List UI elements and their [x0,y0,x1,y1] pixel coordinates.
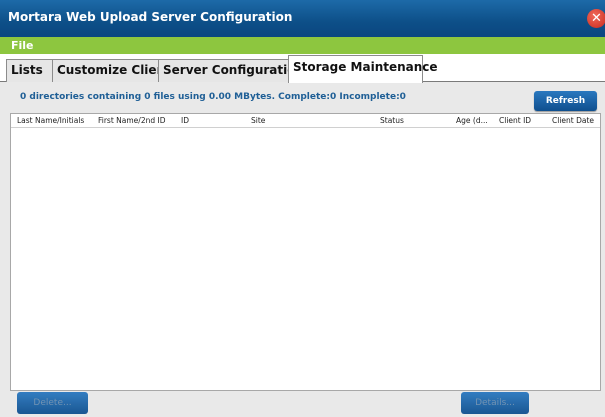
tab-server-configuration[interactable]: Server Configuration [158,59,304,82]
title-bar: Mortara Web Upload Server Configuration … [0,0,605,37]
refresh-button[interactable]: Refresh [534,91,597,111]
table-header: Last Name/Initials First Name/2nd ID ID … [11,114,600,128]
column-client-id[interactable]: Client ID [499,116,531,125]
column-first-name[interactable]: First Name/2nd ID [98,116,165,125]
delete-button[interactable]: Delete... [17,392,88,414]
tab-customize-client[interactable]: Customize Client [52,59,171,82]
storage-table[interactable]: Last Name/Initials First Name/2nd ID ID … [10,113,601,391]
menu-item-file[interactable]: File [11,39,34,52]
column-client-date[interactable]: Client Date [552,116,594,125]
column-status[interactable]: Status [380,116,404,125]
column-id[interactable]: ID [181,116,189,125]
tab-storage-maintenance[interactable]: Storage Maintenance [288,55,438,83]
window-title: Mortara Web Upload Server Configuration [8,10,293,24]
menu-bar: File [0,37,605,54]
tab-lists[interactable]: Lists [6,59,53,82]
close-icon[interactable]: ✕ [587,9,605,28]
column-last-name[interactable]: Last Name/Initials [17,116,84,125]
column-site[interactable]: Site [251,116,265,125]
details-button[interactable]: Details... [461,392,529,414]
storage-summary-text: 0 directories containing 0 files using 0… [20,92,406,102]
tab-strip: Lists Customize Client Server Configurat… [0,54,605,83]
column-age[interactable]: Age (d... [456,116,488,125]
